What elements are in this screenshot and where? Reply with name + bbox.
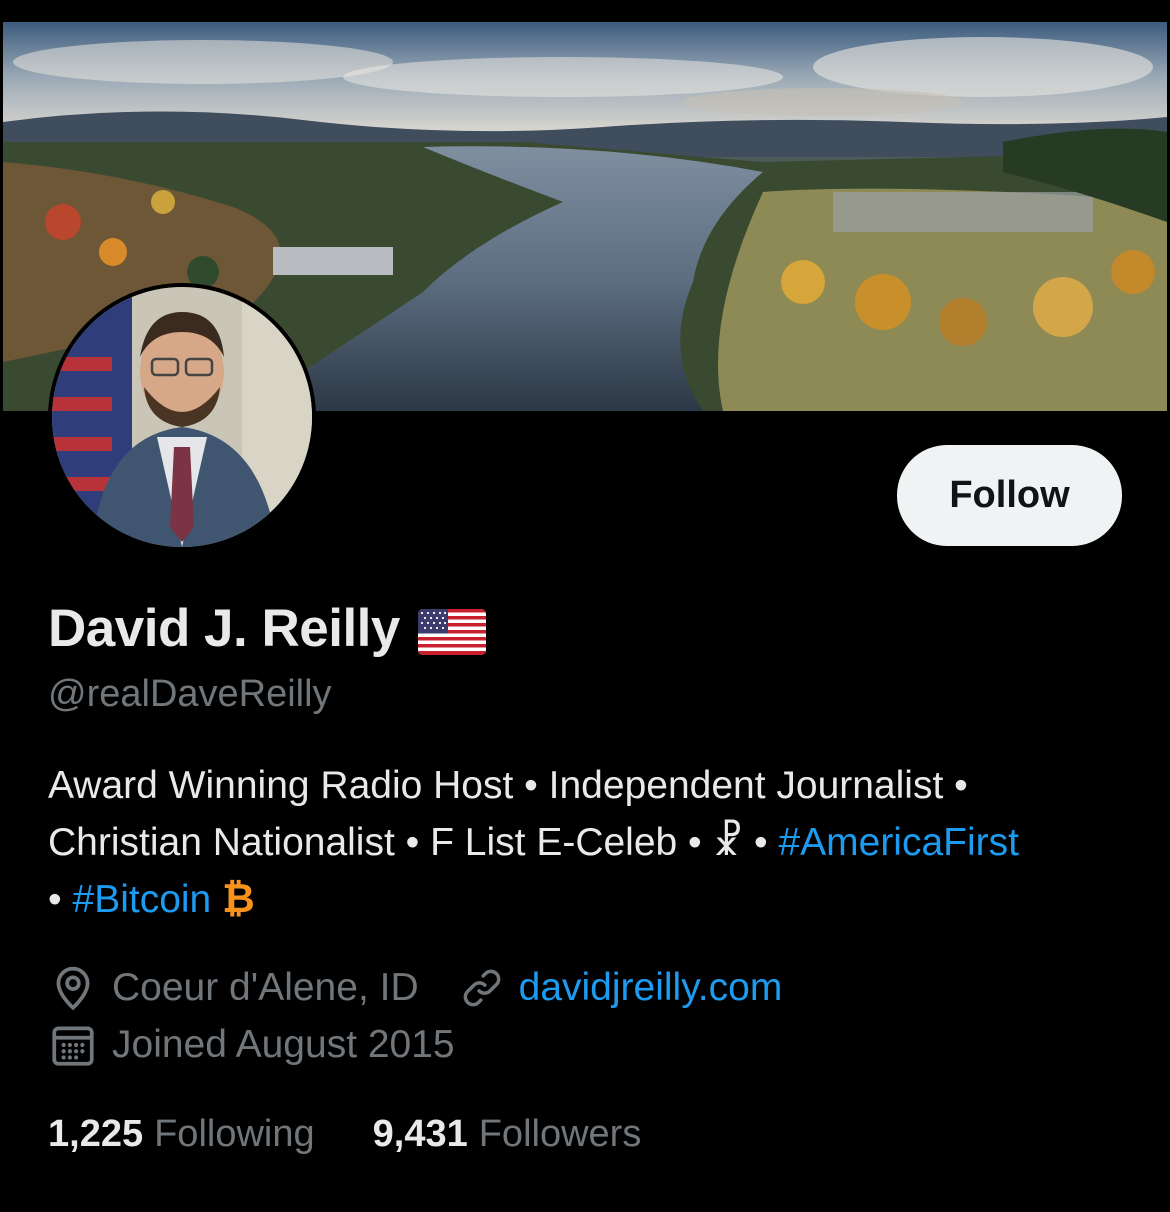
following-count: 1,225 (48, 1113, 144, 1155)
location-item: Coeur d'Alene, ID (48, 963, 419, 1013)
profile-page: Follow David J. Reilly @realDaveReilly A… (0, 0, 1170, 1212)
profile-avatar[interactable] (48, 283, 316, 551)
joined-item: Joined August 2015 (48, 1020, 455, 1070)
profile-meta-row-1: Coeur d'Alene, ID davidjreilly.com (48, 963, 782, 1013)
hashtag-bitcoin-link[interactable]: #Bitcoin (73, 878, 212, 921)
flag-us-icon (417, 608, 486, 655)
bio-line-1: Award Winning Radio Host • Independent J… (48, 764, 968, 807)
follow-button[interactable]: Follow (897, 445, 1122, 546)
bio-line-3: • #Bitcoin ₿ (48, 871, 1138, 928)
link-icon (459, 965, 505, 1011)
followers-label: Followers (478, 1113, 642, 1155)
profile-name-row: David J. Reilly (48, 598, 486, 659)
calendar-icon (48, 1020, 98, 1070)
followers-count: 9,431 (372, 1113, 468, 1155)
location-text: Coeur d'Alene, ID (112, 966, 419, 1009)
bio-line-3-text: • (48, 878, 73, 921)
profile-stats: 1,225 Following 9,431 Followers (48, 1113, 641, 1156)
bio-line-2: Christian Nationalist • F List E-Celeb •… (48, 814, 1138, 871)
profile-bio: Award Winning Radio Host • Independent J… (48, 757, 1138, 928)
followers-stat-link[interactable]: 9,431 Followers (373, 1113, 642, 1156)
profile-meta-row-2: Joined August 2015 (48, 1020, 455, 1070)
following-label: Following (154, 1113, 315, 1155)
following-stat-link[interactable]: 1,225 Following (48, 1113, 315, 1156)
website-link[interactable]: davidjreilly.com (519, 966, 783, 1010)
hashtag-americafirst-link[interactable]: #AmericaFirst (778, 821, 1019, 864)
joined-text: Joined August 2015 (112, 1023, 455, 1066)
profile-handle: @realDaveReilly (48, 673, 332, 715)
website-item: davidjreilly.com (459, 965, 783, 1011)
bio-line-2-text: Christian Nationalist • F List E-Celeb •… (48, 821, 779, 864)
location-pin-icon (48, 963, 98, 1013)
display-name: David J. Reilly (48, 599, 400, 658)
bitcoin-icon: ₿ (222, 877, 255, 921)
